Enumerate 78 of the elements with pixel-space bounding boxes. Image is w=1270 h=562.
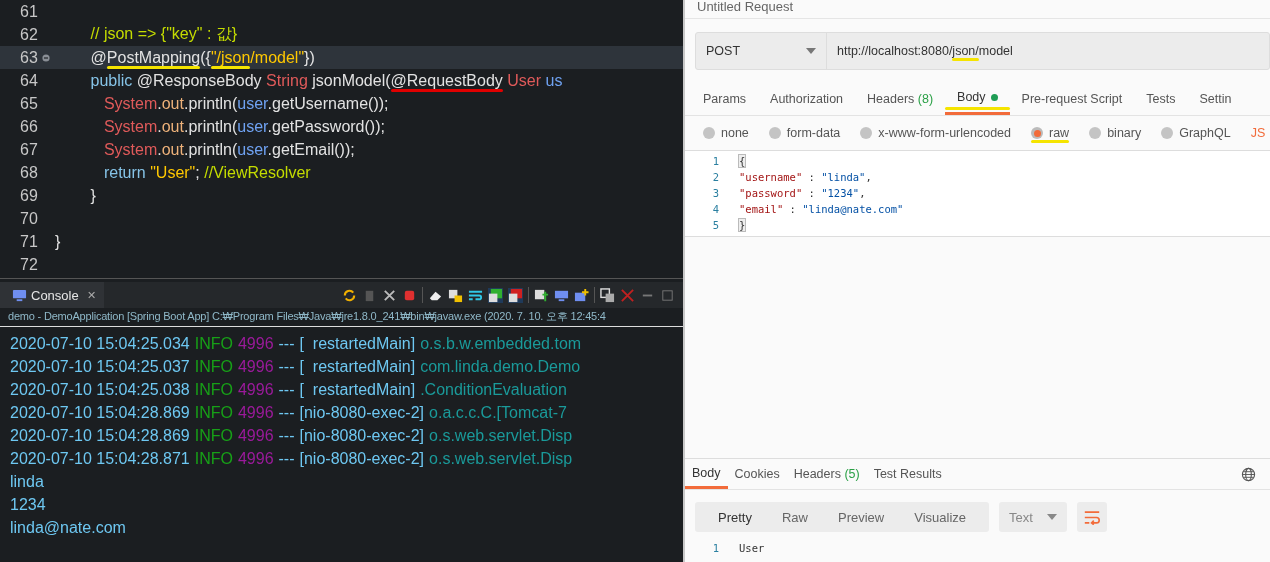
close-icon[interactable]: ✕ (86, 288, 96, 302)
body-type-radio[interactable]: none (703, 126, 749, 140)
json-text: { (739, 155, 746, 167)
body-type-radio[interactable]: x-www-form-urlencoded (860, 126, 1011, 140)
line-number: 64 (19, 71, 39, 90)
json-text: "password" : "1234", (739, 187, 866, 199)
tab-label: Console (31, 287, 79, 303)
code-text: @PostMapping({"/json/model"}) (55, 48, 315, 67)
log-line: 1234 (10, 494, 47, 515)
wrap-icon (1083, 509, 1102, 525)
code-text: public @ResponseBody String jsonModel(@RequestBody User us (55, 71, 563, 90)
request-tab[interactable]: Body (945, 82, 1010, 115)
response-tab[interactable]: Headers (5) (786, 459, 867, 489)
code-text: } (55, 232, 61, 251)
request-tab[interactable]: Params (691, 82, 759, 115)
request-tab[interactable]: Settin (1187, 82, 1244, 115)
code-text: System.out.println(user.getEmail()); (102, 140, 355, 159)
line-number: 69 (19, 186, 39, 205)
line-number: 72 (19, 255, 39, 274)
code-text: System.out.println(user.getPassword()); (102, 117, 385, 136)
wrap-button[interactable] (1077, 502, 1108, 532)
code-text: System.out.println(user.getUsername()); (102, 94, 389, 113)
request-tab[interactable]: Pre-request Script (1009, 82, 1135, 115)
view-button[interactable]: Pretty (703, 502, 767, 532)
line-number: 4 (711, 203, 719, 215)
request-tab[interactable]: Tests (1134, 82, 1188, 115)
body-type-radio[interactable]: GraphQL (1161, 126, 1231, 140)
body-type-radio[interactable]: form-data (768, 126, 841, 140)
caret-icon (1047, 514, 1058, 520)
response-text: User (739, 542, 765, 554)
line-number: 62 (19, 25, 39, 44)
console-tab[interactable]: Console ✕ (0, 282, 104, 308)
line-number: 2 (711, 171, 719, 183)
windows-icon[interactable] (600, 287, 615, 303)
view-button[interactable]: Visualize (899, 502, 982, 532)
line-number: 1 (711, 155, 719, 167)
code-text: // json => {"key" : 값} (89, 24, 238, 44)
line-number: 3 (711, 187, 719, 199)
code-text: } (89, 186, 96, 205)
line-number: 61 (19, 2, 39, 21)
log-line: 2020-07-10 15:04:28.869 INFO 4996 --- [nio-8080-exec-2] o.s.web.servlet.Disp (10, 425, 574, 446)
log-line: linda (10, 471, 45, 492)
log-line: 2020-07-10 15:04:28.871 INFO 4996 --- [nio-8080-exec-2] o.s.web.servlet.Disp (10, 448, 574, 469)
monitor-icon (12, 287, 27, 303)
log-line: 2020-07-10 15:04:25.037 INFO 4996 --- [ restartedMain] com.linda.demo.Demo (10, 356, 582, 377)
body-type-radio[interactable]: raw (1031, 126, 1070, 140)
line-number: 1 (711, 542, 719, 554)
new-console-icon[interactable] (574, 287, 589, 303)
json-text: "email" : "linda@nate.com" (739, 203, 904, 215)
log-line: 2020-07-10 15:04:25.034 INFO 4996 --- [ restartedMain] o.s.b.w.embedded.tom (10, 333, 583, 354)
request-tab[interactable]: Headers (8) (855, 82, 946, 115)
log-line: 2020-07-10 15:04:25.038 INFO 4996 --- [ restartedMain] .ConditionEvaluation (10, 379, 568, 400)
refresh-icon[interactable] (342, 287, 357, 303)
fold-icon[interactable] (42, 53, 50, 62)
response-tab[interactable]: Body (685, 459, 728, 489)
line-number: 65 (19, 94, 39, 113)
view-button[interactable]: Raw (766, 502, 823, 532)
response-tab[interactable]: Test Results (866, 459, 949, 489)
launch-info: demo - DemoApplication [Spring Boot App] C:₩Program Files₩Java₩jre1.8.0_241₩bin₩javaw.exe (2020. 7. 10. 오후 12:45:4 (0, 308, 683, 327)
log-line: 2020-07-10 15:04:28.869 INFO 4996 --- [nio-8080-exec-2] o.a.c.c.C.[Tomcat-7 (10, 402, 568, 423)
line-number: 67 (19, 140, 39, 159)
code-text: return "User"; //ViewResolver (102, 163, 311, 182)
globe-icon[interactable] (1241, 466, 1256, 482)
line-number: 70 (19, 209, 39, 228)
remove-all-icon[interactable] (382, 287, 397, 303)
view-button[interactable]: Preview (823, 502, 900, 532)
log-line: linda@nate.com (10, 517, 127, 538)
response-tab[interactable]: Cookies (727, 459, 787, 489)
line-number: 66 (19, 117, 39, 136)
body-type-radio[interactable]: binary (1089, 126, 1142, 140)
line-number: 68 (19, 163, 39, 182)
line-number: 5 (711, 219, 719, 231)
request-title: Untitled Request (685, 0, 1270, 19)
line-number: 71 (19, 232, 39, 251)
json-text: "username" : "linda", (739, 171, 872, 183)
request-tab[interactable]: Authorization (758, 82, 856, 115)
json-text: } (739, 219, 746, 231)
line-number: 63 (19, 48, 39, 67)
